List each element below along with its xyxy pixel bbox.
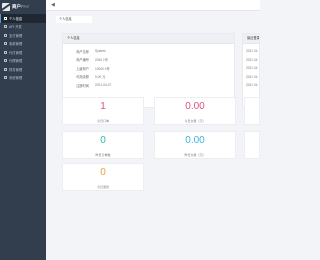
info-value: 2021-04-07: [95, 83, 112, 88]
sidebar-item-label: 收款管理: [9, 42, 23, 47]
logo-text: 商户PAY: [12, 3, 30, 9]
sidebar-item-label: API 开发: [9, 25, 22, 30]
sidebar-item-api[interactable]: API 开发: [0, 23, 46, 32]
card-icon: [4, 33, 7, 37]
sidebar-item-label: 财务管理: [9, 67, 23, 72]
info-row: 上级商户 10000 4号: [63, 64, 234, 73]
stat-value: 0: [100, 135, 106, 146]
profile-panel-title: 个人信息: [63, 34, 234, 44]
stat-value: 0.00: [185, 135, 205, 146]
sidebar: 商户PAY 个人信息 API 开发 支付管理 收款管理 代付管理 代理管理 财务…: [0, 0, 46, 260]
stat-value: 0.00: [185, 101, 205, 112]
list-item: 2021 04: [246, 74, 258, 79]
sidebar-item-label: 支付管理: [9, 33, 23, 38]
info-key: 注册时间: [76, 83, 89, 88]
login-history-list: 2021 04 2021 04 2021 04 2021 04 2021 04: [243, 44, 259, 90]
top-bar: ◀: [46, 0, 260, 11]
chart-icon: [4, 67, 7, 71]
stat-label: 今日退款: [96, 185, 109, 189]
sidebar-item-payout[interactable]: 代付管理: [0, 48, 46, 57]
list-item: 2021 04: [246, 57, 258, 62]
login-history-title: 最近登录: [243, 34, 259, 44]
info-row: 商户编号 2040 1号: [63, 56, 234, 65]
sidebar-item-payment[interactable]: 支付管理: [0, 31, 46, 40]
info-key: 商户编号: [76, 58, 89, 63]
gear-icon: [4, 76, 7, 80]
info-value: 0.00 元: [95, 75, 106, 80]
collapse-menu-icon[interactable]: ◀: [51, 2, 55, 8]
stat-label: 今日订单: [96, 119, 109, 123]
stat-label: 昨日交易（元）: [184, 153, 206, 157]
tab-profile[interactable]: 个人信息: [56, 16, 92, 23]
stat-card-yesterday-orders: 0 昨日订单数: [62, 131, 144, 159]
info-value: 2040 1号: [95, 58, 108, 63]
stat-card-yesterday-amount: 0.00 昨日交易（元）: [154, 131, 236, 159]
sidebar-item-system[interactable]: 系统管理: [0, 74, 46, 83]
list-item: 2021 04: [246, 49, 258, 53]
sidebar-item-label: 系统管理: [9, 76, 23, 81]
stat-label: 今日交易（元）: [184, 119, 206, 123]
info-value: Systest: [95, 49, 106, 54]
sidebar-item-label: 个人信息: [9, 16, 23, 21]
stat-card-partial: [244, 131, 260, 159]
info-row: 可用余额 0.00 元: [63, 73, 234, 82]
sidebar-item-label: 代付管理: [9, 50, 23, 55]
list-item: 2021 04: [246, 83, 258, 87]
sidebar-item-profile[interactable]: 个人信息: [0, 14, 46, 23]
sidebar-item-finance[interactable]: 财务管理: [0, 65, 46, 74]
stat-label: 昨日订单数: [95, 153, 111, 157]
logo-icon: [2, 3, 10, 11]
logo[interactable]: 商户PAY: [2, 2, 29, 12]
stat-card-refunds: 0 今日退款: [62, 163, 144, 191]
stat-card-partial: [244, 97, 260, 125]
stat-value: 0: [100, 167, 106, 178]
list-item: 2021 04: [246, 66, 258, 70]
code-icon: [4, 25, 7, 29]
stat-card-today-orders: 1 今日订单: [62, 97, 144, 125]
info-key: 上级商户: [76, 66, 89, 71]
sidebar-item-agent[interactable]: 代理管理: [0, 57, 46, 66]
wallet-icon: [4, 42, 7, 46]
sidebar-item-collection[interactable]: 收款管理: [0, 40, 46, 49]
info-value: 10000 4号: [95, 66, 110, 71]
users-icon: [4, 59, 7, 63]
user-icon: [4, 16, 7, 20]
tab-bar: 个人信息: [46, 11, 260, 23]
sidebar-item-label: 代理管理: [9, 59, 23, 64]
sidebar-menu: 个人信息 API 开发 支付管理 收款管理 代付管理 代理管理 财务管理 系统管…: [0, 14, 46, 82]
info-key: 商户名称: [76, 49, 89, 54]
info-key: 可用余额: [76, 75, 89, 80]
stat-value: 1: [100, 101, 106, 112]
stat-card-today-amount: 0.00 今日交易（元）: [154, 97, 236, 125]
info-row: 商户名称 Systest: [63, 47, 234, 56]
profile-info-list: 商户名称 Systest 商户编号 2040 1号 上级商户 10000 4号 可用余…: [63, 44, 234, 90]
transfer-icon: [4, 50, 7, 54]
info-row: 注册时间 2021-04-07: [63, 81, 234, 90]
